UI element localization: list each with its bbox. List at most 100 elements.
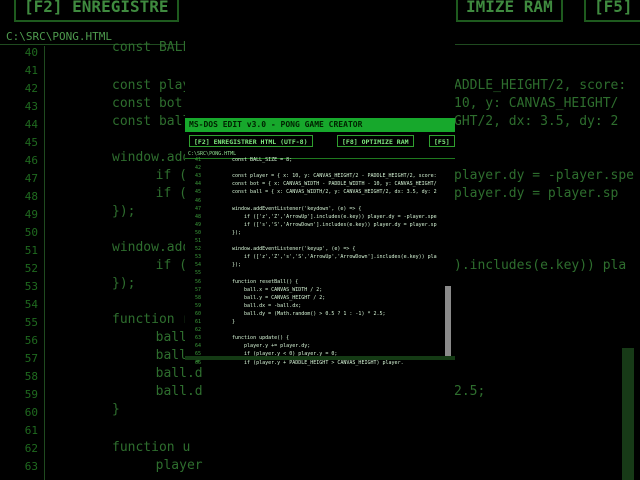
code-line[interactable]: } (232, 319, 235, 325)
line-number: 57 (194, 286, 201, 293)
bg-line-number: 40 (24, 46, 38, 59)
line-number: 54 (194, 262, 201, 269)
code-line[interactable]: const bot = { x: CANVAS_WIDTH - PADDLE_W… (232, 181, 437, 187)
bg-line-number: 56 (24, 334, 38, 347)
bg-line-number: 55 (24, 316, 38, 329)
bg-line-number: 45 (24, 136, 38, 149)
code-line[interactable]: window.addEventListener('keyup', (e) => … (232, 246, 355, 252)
code-line[interactable]: ball.x = CANVAS_WIDTH / 2; (232, 287, 322, 293)
code-line[interactable]: if (['z','Z','s','S','ArrowUp','ArrowDow… (232, 254, 437, 260)
bg-line-number: 41 (24, 64, 38, 77)
bg-line-number: 43 (24, 100, 38, 113)
line-number: 60 (194, 310, 201, 317)
bg-code-line: window.add (112, 150, 191, 165)
code-line[interactable]: player.y += player.dy; (232, 343, 310, 349)
code-line[interactable]: if (['z','Z','ArrowUp'].includes(e.key))… (232, 214, 437, 220)
bg-line-number: 58 (24, 370, 38, 383)
bg-code-line: player (140, 458, 203, 473)
bg-code-line: ball.d (140, 366, 203, 381)
bg-code-line: ball.d (140, 384, 203, 399)
line-number: 56 (194, 278, 201, 285)
line-number: 52 (194, 246, 201, 253)
bg-file-path: C:\SRC\PONG.HTML (6, 30, 112, 43)
bg-line-number: 52 (24, 262, 38, 275)
code-line[interactable]: const player = { x: 10, y: CANVAS_HEIGHT… (232, 173, 437, 179)
line-number: 46 (194, 197, 201, 204)
bg-line-number: 63 (24, 460, 38, 473)
line-number: 47 (194, 205, 201, 212)
line-number: 50 (194, 229, 201, 236)
line-number: 48 (194, 213, 201, 220)
bg-scrollbar-thumb (622, 348, 634, 480)
code-line[interactable]: function resetBall() { (232, 279, 298, 285)
code-line[interactable]: const BALL_SIZE = 8; (232, 157, 292, 163)
line-number: 55 (194, 270, 201, 277)
bg-code-line: function r (112, 312, 191, 327)
bg-line-number: 51 (24, 244, 38, 257)
code-line[interactable]: ball.dx = -ball.dx; (232, 303, 301, 309)
bg-line-number: 61 (24, 424, 38, 437)
bg-f5-button: [F5] (584, 0, 640, 22)
bg-code-line: window.add (112, 240, 191, 255)
window-top-area (185, 0, 455, 118)
bg-line-gutter: 40 41 42 43 44 45 46 47 48 49 50 51 52 5… (0, 46, 45, 480)
line-number: 41 (194, 157, 201, 163)
bg-code-line: }); (112, 204, 136, 219)
bg-code-line: ).includes(e.key)) pla (454, 258, 627, 273)
bg-code-line: const bot (112, 96, 183, 111)
divider (185, 158, 455, 159)
bg-line-number: 53 (24, 280, 38, 293)
code-line[interactable]: const ball = { x: CANVAS_WIDTH/2, y: CAN… (232, 189, 437, 195)
line-number: 42 (194, 165, 201, 172)
bg-line-number: 44 (24, 118, 38, 131)
bg-code-line: 10, y: CANVAS_HEIGHT/ (454, 96, 619, 111)
optimize-ram-button[interactable]: [F8] OPTIMIZE RAM (337, 135, 414, 147)
bg-line-number: 57 (24, 352, 38, 365)
bg-code-line: function u (112, 440, 191, 455)
window-bottom-bar (185, 356, 455, 360)
bg-code-line: ADDLE_HEIGHT/2, score: (454, 78, 627, 93)
bg-save-html-button: [F2] ENREGISTRE (14, 0, 179, 22)
bg-code-line: }); (112, 276, 136, 291)
f5-button[interactable]: [F5] (429, 135, 455, 147)
line-number: 51 (194, 238, 201, 244)
code-line[interactable]: window.addEventListener('keydown', (e) =… (232, 206, 361, 212)
line-number: 58 (194, 294, 201, 301)
code-line[interactable]: }); (232, 230, 241, 236)
bg-code-line: const ball (112, 114, 191, 129)
line-number: 62 (194, 327, 201, 334)
code-line[interactable]: ball.dy = (Math.random() > 0.5 ? 1 : -1)… (232, 311, 386, 317)
editor-window: MS-DOS EDIT v3.0 - PONG GAME CREATOR [F2… (185, 0, 455, 366)
line-number: 49 (194, 221, 201, 228)
code-line[interactable]: if (['s','S','ArrowDown'].includes(e.key… (232, 222, 437, 228)
bg-code-line: GHT/2, dx: 3.5, dy: 2 (454, 114, 619, 129)
bg-line-number: 49 (24, 208, 38, 221)
bg-code-line: player.dy = -player.spe (454, 168, 635, 183)
bg-optimize-ram-button: IMIZE RAM (456, 0, 563, 22)
line-number: 43 (194, 173, 201, 180)
code-line[interactable]: ball.y = CANVAS_HEIGHT / 2; (232, 295, 325, 301)
line-number: 53 (194, 254, 201, 261)
bg-code-line: } (112, 402, 120, 417)
line-number: 59 (194, 302, 201, 309)
line-number: 61 (194, 319, 201, 325)
code-line[interactable]: function update() { (232, 335, 289, 341)
line-number: 63 (194, 335, 201, 342)
bg-line-number: 47 (24, 172, 38, 185)
bg-line-number: 46 (24, 154, 38, 167)
line-number: 44 (194, 181, 201, 188)
code-line[interactable]: }); (232, 262, 241, 268)
line-number: 66 (194, 359, 201, 366)
bg-code-line: player.dy = player.sp (454, 186, 619, 201)
bg-line-number: 54 (24, 298, 38, 311)
line-number: 45 (194, 189, 201, 196)
code-line[interactable]: if (player.y + PADDLE_HEIGHT > CANVAS_HE… (232, 360, 404, 366)
bg-line-number: 60 (24, 406, 38, 419)
bg-line-number: 62 (24, 442, 38, 455)
bg-code-line: 2.5; (454, 384, 486, 399)
bg-line-number: 50 (24, 226, 38, 239)
window-title-bar: MS-DOS EDIT v3.0 - PONG GAME CREATOR (185, 118, 455, 132)
toolbar: [F2] ENREGISTRER HTML (UTF-8) [F8] OPTIM… (185, 133, 455, 149)
save-html-button[interactable]: [F2] ENREGISTRER HTML (UTF-8) (189, 135, 313, 147)
scrollbar-thumb[interactable] (445, 286, 451, 356)
